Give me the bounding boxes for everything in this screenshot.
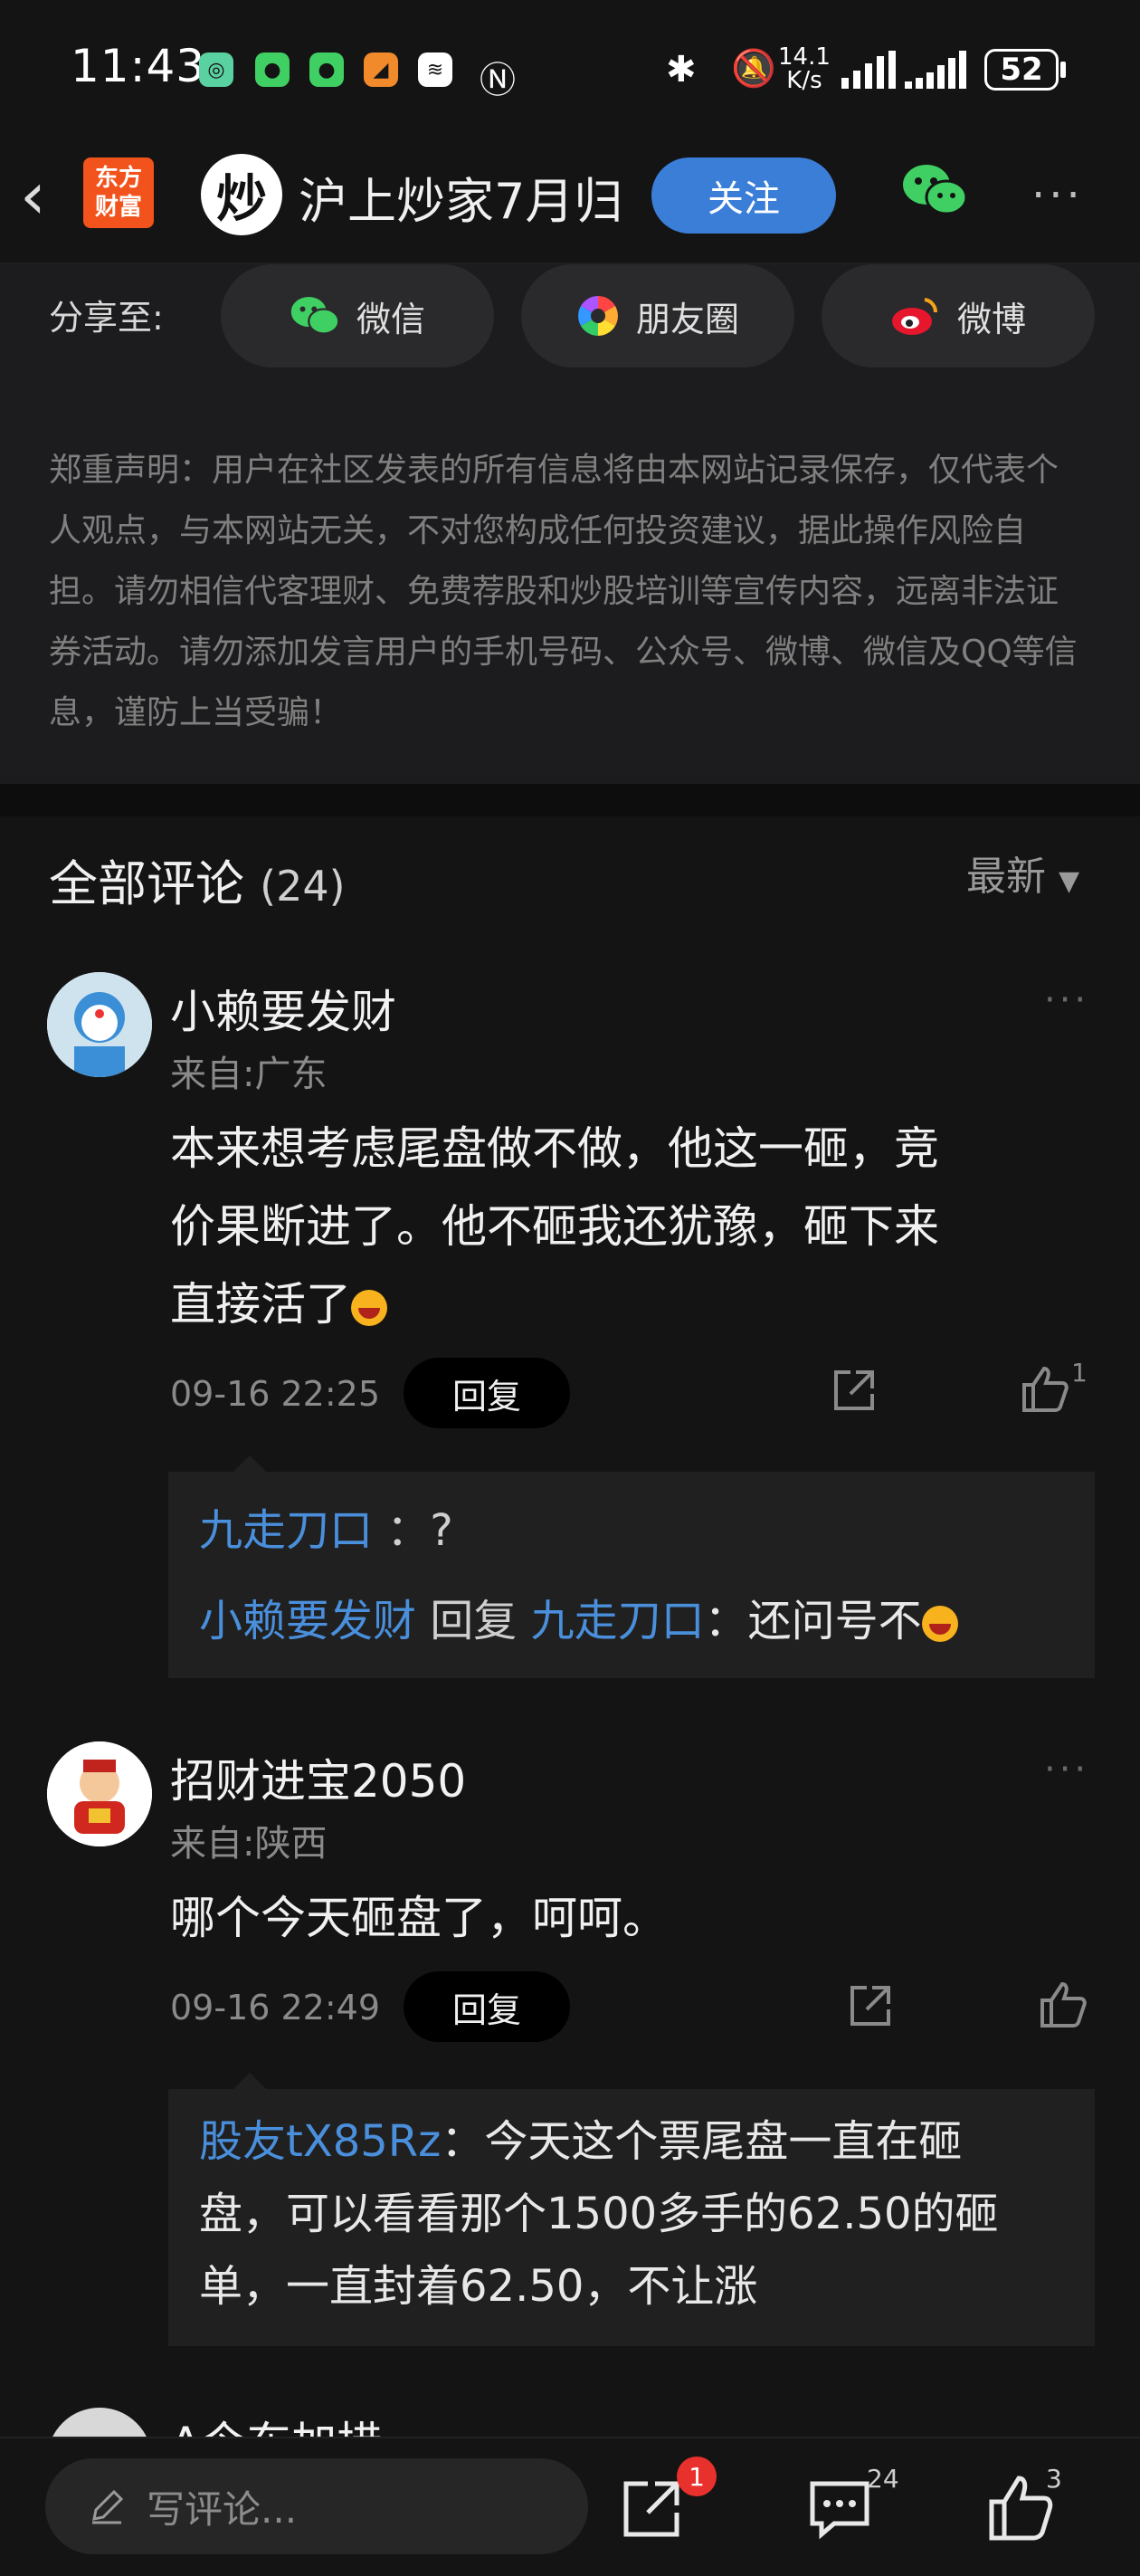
share-wechat-button[interactable]: 微信 <box>221 264 494 367</box>
disclaimer-text: 郑重声明：用户在社区发表的所有信息将由本网站记录保存，仅代表个人观点，与本网站无… <box>49 452 1078 731</box>
wechat-icon <box>290 297 340 335</box>
status-time: 11:43 <box>71 40 206 92</box>
share-moments-button[interactable]: 朋友圈 <box>521 264 794 367</box>
like-icon[interactable] <box>1021 1365 1069 1414</box>
reply-button[interactable]: 回复 <box>404 1358 570 1428</box>
share-badge: 1 <box>677 2457 717 2496</box>
comment-location: 来自:陕西 <box>170 1823 328 1865</box>
notification-app-icon: ≋ <box>418 52 452 87</box>
more-options-icon[interactable]: ··· <box>1031 174 1084 217</box>
comment-more-icon[interactable]: ··· <box>1044 1749 1089 1790</box>
moments-icon <box>578 296 618 336</box>
share-icon[interactable] <box>831 1367 878 1414</box>
sort-dropdown[interactable]: 最新 ▼ <box>966 844 1079 902</box>
app-logo: 东方 财富 <box>83 157 154 228</box>
share-wechat-label: 微信 <box>356 299 425 339</box>
signal-icon <box>841 51 896 89</box>
wechat-icon[interactable] <box>901 161 968 219</box>
nfc-icon: Ⓝ <box>480 60 516 101</box>
caret-down-icon: ▼ <box>1059 865 1080 897</box>
mute-icon: 🔕 <box>731 48 776 90</box>
share-weibo-button[interactable]: 微博 <box>822 264 1095 367</box>
signal-icon <box>905 51 966 89</box>
share-label: 分享至: <box>49 298 164 338</box>
pencil-icon <box>92 2489 124 2524</box>
section-divider <box>0 784 1140 816</box>
comment-body: 哪个今天砸盘了，呵呵。 <box>170 1892 668 1944</box>
bluetooth-icon: ✱ <box>666 49 697 91</box>
comments-title: 全部评论 (24) <box>49 855 346 912</box>
share-weibo-label: 微博 <box>956 299 1026 339</box>
back-arrow-icon[interactable]: ‹ <box>20 163 46 228</box>
network-speed: 14.1 K/s <box>778 43 831 94</box>
comment-body: 本来想考虑尾盘做不做，他这一砸，竞 价果断进了。他不砸我还犹豫，砸下来 直接活了 <box>170 1122 939 1331</box>
reply-item[interactable]: 九走刀口 ：? <box>199 1490 453 1571</box>
notification-app-icon: ◎ <box>199 52 233 87</box>
reply-item[interactable]: 小赖要发财 回复 九走刀口：还问号不 <box>199 1580 958 1662</box>
grin-emoji-icon <box>921 1606 958 1642</box>
reply-pointer <box>233 2073 266 2089</box>
comment-author[interactable]: 招财进宝2050 <box>170 1745 466 1810</box>
comment-more-icon[interactable]: ··· <box>1044 979 1089 1021</box>
like-count: 3 <box>1046 2464 1062 2494</box>
comment-icon[interactable] <box>803 2473 876 2545</box>
reply-pointer <box>233 1455 266 1472</box>
reply-author: 小赖要发财 <box>199 1596 417 1646</box>
comment-author[interactable]: 小赖要发财 <box>170 976 396 1041</box>
author-avatar[interactable]: 炒 <box>201 154 282 235</box>
notification-app-icon: ◢ <box>364 52 398 87</box>
follow-button[interactable]: 关注 <box>651 157 836 234</box>
comment-time: 09-16 22:49 <box>170 1988 381 2027</box>
like-count: 1 <box>1071 1358 1088 1388</box>
battery-icon: 52 <box>984 49 1059 91</box>
page-title: 沪上炒家7月归 <box>299 173 623 230</box>
comment-avatar[interactable] <box>47 972 152 1077</box>
comments-count: (24) <box>260 862 346 911</box>
comment-input[interactable]: 写评论... <box>45 2458 588 2554</box>
reply-target: 九走刀口 <box>530 1596 705 1646</box>
like-icon[interactable] <box>1039 1980 1088 2029</box>
grin-emoji-icon <box>351 1289 387 1326</box>
share-icon[interactable] <box>847 1982 894 2029</box>
reply-author: 股友tX85Rz <box>199 2116 442 2167</box>
wechat-notification-icon: ● <box>309 52 344 87</box>
comment-count: 24 <box>867 2464 899 2494</box>
comment-avatar[interactable] <box>47 1741 152 1846</box>
share-moments-label: 朋友圈 <box>635 299 739 339</box>
share-icon[interactable] <box>615 2473 688 2545</box>
wechat-notification-icon: ● <box>255 52 290 87</box>
weibo-icon <box>891 298 937 335</box>
comment-time: 09-16 22:25 <box>170 1374 381 1414</box>
battery-tip <box>1060 62 1066 78</box>
reply-author: 九走刀口 <box>199 1505 374 1556</box>
comment-location: 来自:广东 <box>170 1054 328 1095</box>
reply-button[interactable]: 回复 <box>404 1971 570 2042</box>
reply-item[interactable]: 股友tX85Rz：今天这个票尾盘一直在砸 盘，可以看看那个1500多手的62.5… <box>199 2105 999 2323</box>
